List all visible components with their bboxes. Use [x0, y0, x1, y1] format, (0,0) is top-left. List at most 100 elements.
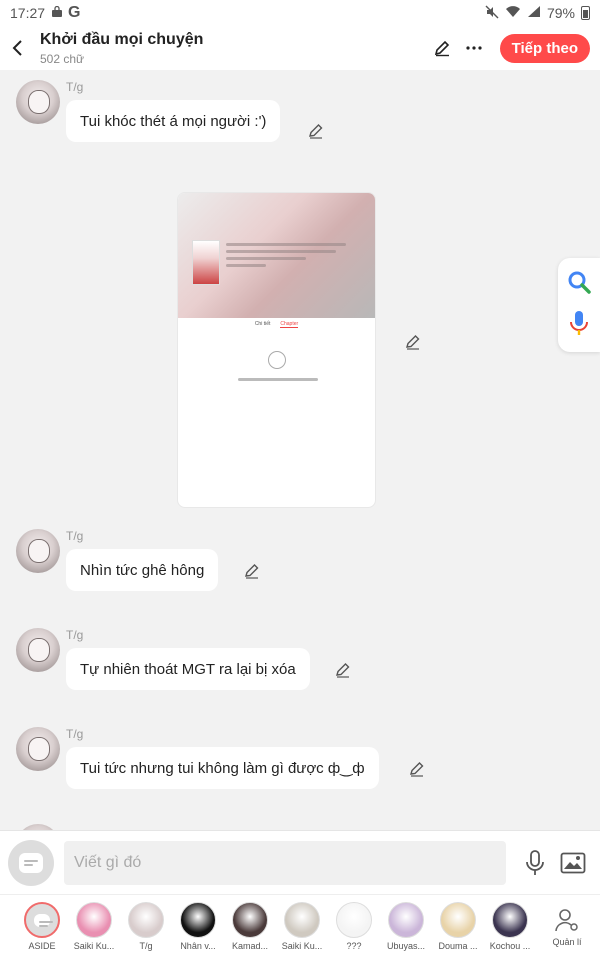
character-avatar	[232, 902, 268, 938]
sender-name: T/g	[66, 628, 84, 642]
character-avatar	[284, 902, 320, 938]
edit-image-button[interactable]	[404, 333, 422, 351]
character-name: Nhân v...	[180, 941, 216, 951]
character-name: T/g	[139, 941, 153, 951]
edit-message-button[interactable]	[334, 661, 352, 679]
character-name: Douma ...	[438, 941, 478, 951]
pencil-icon	[434, 40, 449, 57]
message-input[interactable]	[64, 840, 506, 885]
user-settings-icon	[555, 909, 578, 932]
chat-bubble-icon	[19, 852, 43, 873]
image-icon	[560, 852, 586, 873]
character-aside[interactable]: ASIDE	[16, 895, 68, 951]
character-item[interactable]: Saiki Ku...	[68, 895, 120, 951]
status-right-icons: 79%	[485, 5, 590, 22]
floating-tools	[558, 258, 600, 352]
title-block: Khởi đầu mọi chuyện 502 chữ	[40, 31, 203, 66]
compose-bar	[0, 830, 600, 894]
back-button[interactable]	[2, 26, 34, 70]
avatar[interactable]	[16, 727, 60, 771]
character-name: Saiki Ku...	[73, 941, 115, 951]
character-avatar	[440, 902, 476, 938]
character-name: Ubuyas...	[386, 941, 426, 951]
empty-state-text	[238, 378, 318, 381]
word-count: 502 chữ	[40, 51, 85, 66]
edit-message-button[interactable]	[243, 562, 261, 580]
message-bubble[interactable]: Nhìn tức ghê hông	[66, 549, 219, 591]
character-item[interactable]: Douma ...	[432, 895, 484, 951]
more-dots-icon	[465, 46, 482, 50]
sender-name: T/g	[66, 529, 84, 543]
battery-icon	[581, 6, 590, 20]
image-tabs: Chi tiết Chapter	[178, 318, 375, 328]
bag-icon	[51, 5, 63, 21]
avatar[interactable]	[16, 529, 60, 573]
character-avatar	[76, 902, 112, 938]
insert-image-button[interactable]	[556, 846, 590, 880]
character-bar: ASIDE Saiki Ku... T/g Nhân v... Kamad...…	[0, 894, 600, 960]
message-bubble[interactable]: Tự nhiên thoát MGT ra lại bị xóa	[66, 648, 310, 690]
avatar[interactable]	[16, 80, 60, 124]
next-button[interactable]: Tiếp theo	[499, 33, 590, 63]
wifi-icon	[505, 5, 521, 21]
top-bar: Khởi đầu mọi chuyện 502 chữ Tiếp theo	[0, 26, 600, 70]
character-name: ASIDE	[28, 941, 56, 951]
search-icon	[568, 271, 591, 294]
message-bubble[interactable]: Tui khóc thét á mọi người :')	[66, 100, 281, 142]
status-time: 17:27	[10, 5, 46, 21]
voice-button[interactable]	[568, 309, 590, 342]
chat-bubble-icon	[34, 913, 53, 927]
sender-name: T/g	[66, 727, 84, 741]
character-name: Kamad...	[231, 941, 269, 951]
header-actions: Tiếp theo	[430, 33, 590, 63]
character-item[interactable]: T/g	[120, 895, 172, 951]
image-message[interactable]: Chi tiết Chapter	[177, 192, 376, 508]
sender-name: T/g	[66, 80, 84, 94]
manage-label: Quản lí	[552, 937, 582, 947]
avatar[interactable]	[16, 628, 60, 672]
character-avatar	[180, 902, 216, 938]
microphone-icon	[526, 849, 544, 875]
message-bubble[interactable]: Tui tức nhưng tui không làm gì được ф‿ф	[66, 747, 379, 789]
edit-title-button[interactable]	[430, 36, 454, 60]
character-name: Saiki Ku...	[281, 941, 323, 951]
edit-message-button[interactable]	[307, 122, 325, 140]
image-banner	[178, 193, 375, 318]
empty-state-icon	[268, 351, 286, 369]
status-bar: 17:27 G 79%	[0, 0, 600, 26]
microphone-icon	[570, 310, 588, 335]
mute-icon	[485, 5, 499, 22]
more-button[interactable]	[462, 36, 486, 60]
character-name: Kochou ...	[489, 941, 531, 951]
character-item[interactable]: Kochou ...	[484, 895, 536, 951]
character-name: ???	[346, 941, 362, 951]
book-cover	[192, 240, 220, 285]
character-item[interactable]: ???	[328, 895, 380, 951]
pencil-icon	[336, 663, 350, 678]
character-avatar	[388, 902, 424, 938]
aside-avatar	[24, 902, 60, 938]
manage-characters-button[interactable]: Quản lí	[542, 895, 592, 960]
image-tab-details: Chi tiết	[254, 321, 271, 327]
character-avatar	[336, 902, 372, 938]
voice-input-button[interactable]	[518, 846, 552, 880]
message-type-button[interactable]	[8, 839, 54, 886]
pencil-icon	[245, 564, 259, 579]
pencil-icon	[309, 124, 323, 139]
chat-area[interactable]: T/g Tui khóc thét á mọi người :') Chi ti…	[0, 70, 600, 830]
character-item[interactable]: Ubuyas...	[380, 895, 432, 951]
image-tab-chapter: Chapter	[280, 321, 299, 328]
character-item[interactable]: Kamad...	[224, 895, 276, 951]
chevron-left-icon	[12, 40, 22, 56]
status-left-icons: G	[51, 4, 81, 22]
character-avatar	[128, 902, 164, 938]
character-item[interactable]: Saiki Ku...	[276, 895, 328, 951]
battery-percent: 79%	[546, 5, 575, 21]
pencil-icon	[410, 762, 424, 777]
google-icon: G	[68, 4, 81, 21]
edit-message-button[interactable]	[408, 760, 426, 778]
character-item[interactable]: Nhân v...	[172, 895, 224, 951]
search-button[interactable]	[566, 269, 592, 300]
blurred-text	[226, 243, 356, 271]
chapter-title: Khởi đầu mọi chuyện	[40, 30, 204, 48]
